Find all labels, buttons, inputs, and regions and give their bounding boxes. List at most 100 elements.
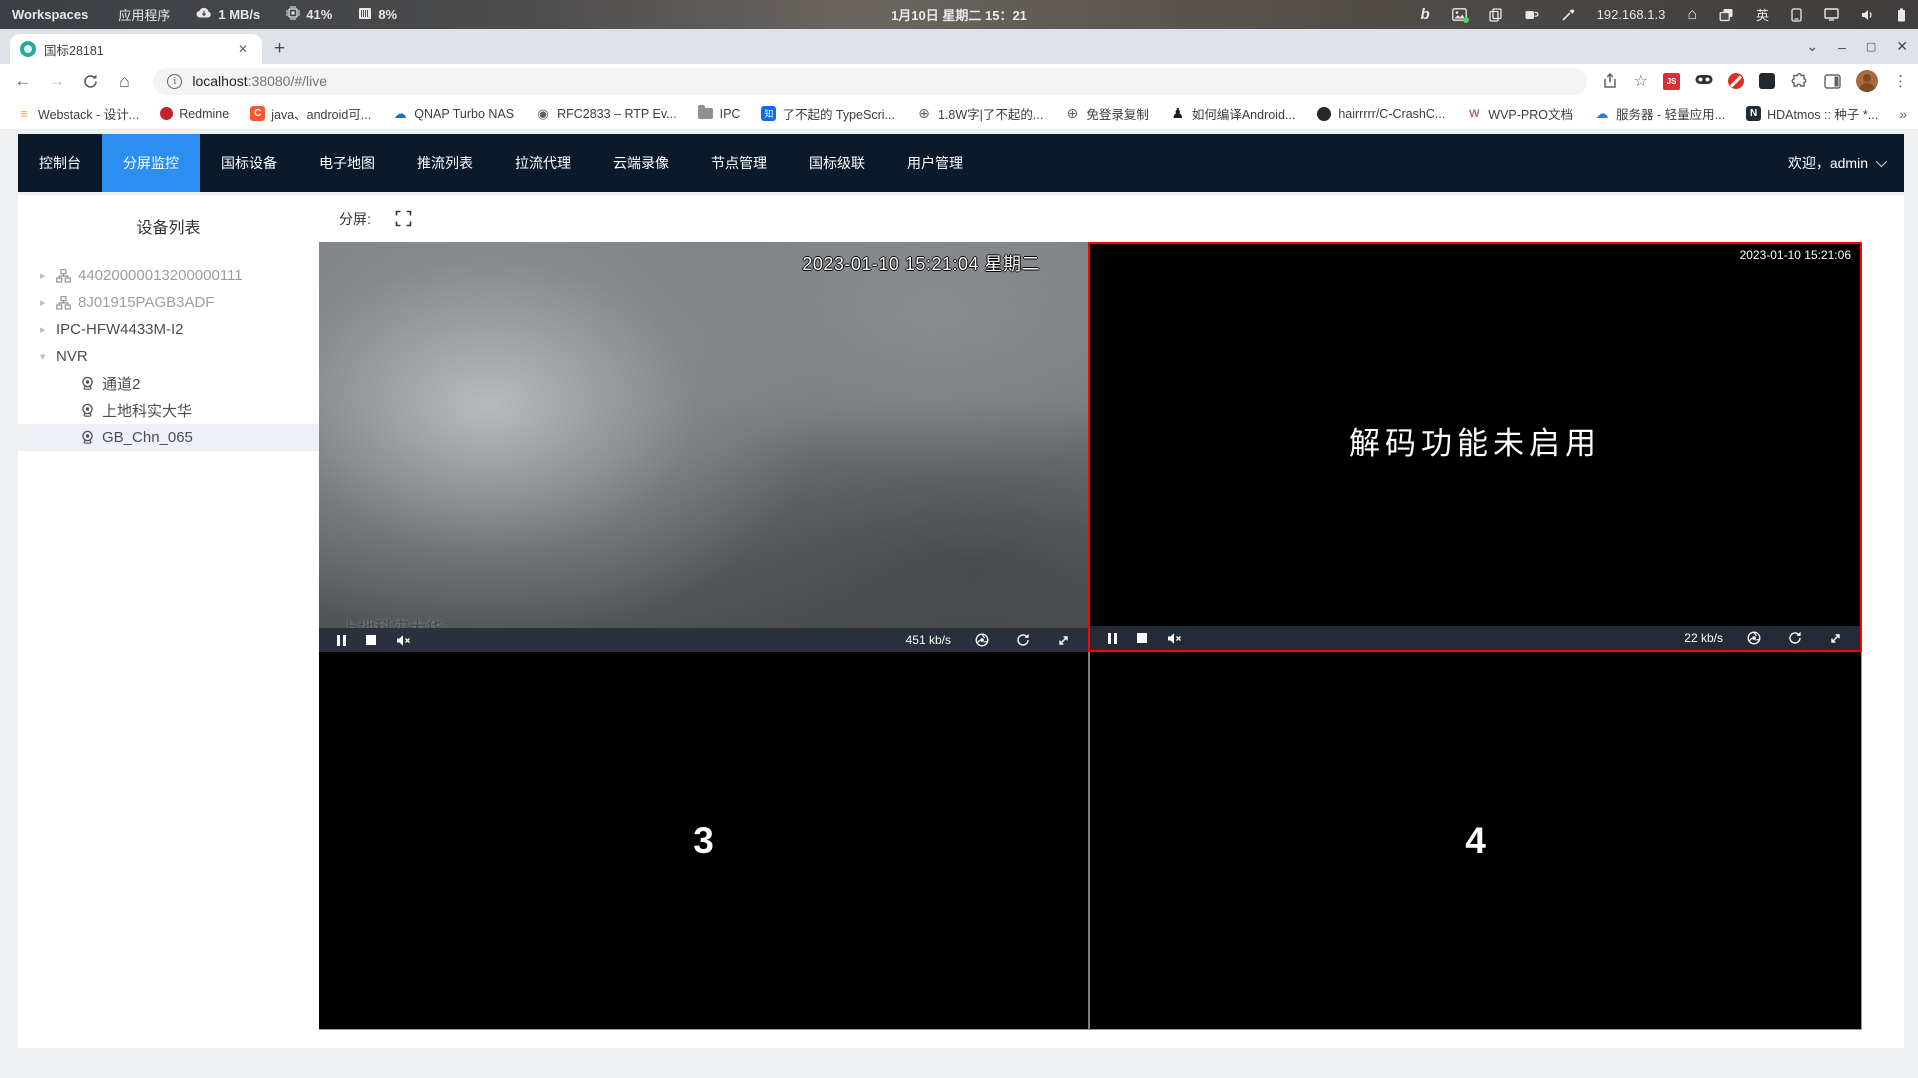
- url-host: localhost: [192, 73, 248, 89]
- bitrate-label: 451 kb/s: [905, 633, 951, 647]
- mute-icon[interactable]: [1167, 632, 1183, 645]
- snapshot-icon[interactable]: [975, 633, 989, 647]
- bookmark-folder-ipc[interactable]: IPC: [698, 105, 740, 122]
- clipboard-icon[interactable]: [1488, 7, 1502, 22]
- tree-item-platform2[interactable]: ▸ 8J01915PAGB3ADF: [18, 289, 319, 316]
- bookmark-rfc[interactable]: ◉ RFC2833 – RTP Ev...: [535, 106, 676, 122]
- maximize-button[interactable]: ▢: [1866, 40, 1876, 53]
- caret-icon[interactable]: ▾: [40, 350, 56, 363]
- browser-tab[interactable]: 国标28181 ✕: [10, 34, 262, 64]
- refresh-icon[interactable]: [1016, 633, 1030, 647]
- reload-button[interactable]: [78, 73, 104, 90]
- home-button[interactable]: ⌂: [112, 71, 138, 92]
- nav-gb-devices[interactable]: 国标设备: [200, 134, 298, 192]
- extensions-puzzle-icon[interactable]: [1790, 72, 1808, 90]
- split-2x2-icon[interactable]: [436, 211, 452, 227]
- expand-icon[interactable]: [1829, 632, 1842, 645]
- nav-pull-proxy[interactable]: 拉流代理: [494, 134, 592, 192]
- bookmark-qnap[interactable]: ☁ QNAP Turbo NAS: [392, 106, 514, 122]
- tree-item-dahua[interactable]: 上地科实大华: [18, 397, 319, 424]
- user-menu[interactable]: 欢迎，admin: [1788, 134, 1904, 192]
- display-icon[interactable]: [1824, 8, 1839, 21]
- cloud-icon: ☁: [393, 105, 407, 121]
- home-icon[interactable]: ⌂: [1687, 6, 1697, 24]
- video-cell-2[interactable]: 2023-01-10 15:21:06 解码功能未启用 22 kb/s: [1088, 242, 1862, 652]
- applications-menu[interactable]: 应用程序: [118, 5, 170, 24]
- bookmark-tencent-cloud[interactable]: ☁ 服务器 - 轻量应用...: [1594, 104, 1726, 123]
- bookmark-github[interactable]: hairrrrr/C-CrashC...: [1316, 106, 1445, 122]
- video-cell-1[interactable]: 2023-01-10 15:21:04 星期二 上地科实大华 451 kb/s: [319, 242, 1088, 652]
- minimize-button[interactable]: –: [1838, 39, 1846, 55]
- nav-push-list[interactable]: 推流列表: [396, 134, 494, 192]
- bookmark-webstack[interactable]: ≡ Webstack - 设计...: [16, 104, 139, 123]
- stop-icon[interactable]: [1137, 633, 1147, 643]
- volume-icon[interactable]: [1861, 9, 1875, 21]
- extension-dark-icon[interactable]: [1759, 73, 1776, 89]
- site-info-icon[interactable]: i: [167, 73, 183, 89]
- tree-item-channel2[interactable]: 通道2: [18, 370, 319, 397]
- bing-icon[interactable]: b: [1420, 6, 1429, 23]
- caret-icon[interactable]: ▸: [40, 269, 56, 282]
- fullscreen-icon[interactable]: [395, 210, 412, 227]
- forward-button[interactable]: →: [44, 71, 70, 91]
- bookmark-wvp-docs[interactable]: W WVP-PRO文档: [1466, 104, 1573, 123]
- refresh-icon[interactable]: [1788, 631, 1802, 645]
- browser-menu-icon[interactable]: ⋮: [1893, 72, 1908, 90]
- snapshot-icon[interactable]: [1747, 631, 1761, 645]
- video-cell-4[interactable]: 4: [1088, 652, 1862, 1030]
- tab-search-chevron-icon[interactable]: ⌄: [1806, 38, 1818, 55]
- phone-link-icon[interactable]: [1791, 7, 1802, 22]
- nav-console[interactable]: 控制台: [18, 134, 102, 192]
- profile-avatar[interactable]: [1856, 70, 1879, 92]
- tree-item-platform1[interactable]: ▸ 44020000013200000111: [18, 262, 319, 289]
- pause-icon[interactable]: [1108, 632, 1117, 644]
- extension-js-icon[interactable]: JS: [1663, 72, 1681, 90]
- nav-map[interactable]: 电子地图: [298, 134, 396, 192]
- side-panel-icon[interactable]: [1823, 72, 1841, 90]
- nav-split-monitor[interactable]: 分屏监控: [102, 134, 200, 192]
- nav-cloud-record[interactable]: 云端录像: [592, 134, 690, 192]
- tree-item-gb-chn-065[interactable]: GB_Chn_065: [18, 424, 319, 451]
- nav-user-manage[interactable]: 用户管理: [886, 134, 984, 192]
- close-window-button[interactable]: ✕: [1896, 38, 1908, 55]
- input-method-indicator[interactable]: 英: [1756, 5, 1769, 24]
- back-button[interactable]: ←: [10, 71, 36, 91]
- bookmark-redmine[interactable]: Redmine: [160, 107, 229, 121]
- nav-gb-cascade[interactable]: 国标级联: [788, 134, 886, 192]
- bookmark-article1[interactable]: ⊕ 1.8W字|了不起的...: [916, 104, 1043, 123]
- color-picker-icon[interactable]: [1561, 8, 1575, 22]
- bookmark-article2[interactable]: ⊕ 免登录复制: [1064, 104, 1148, 123]
- split-3x3-icon[interactable]: [476, 210, 493, 227]
- bookmark-hdatmos[interactable]: N HDAtmos :: 种子 *...: [1746, 104, 1878, 123]
- pause-icon[interactable]: [337, 634, 346, 646]
- ip-address[interactable]: 192.168.1.3: [1597, 7, 1666, 22]
- tree-item-nvr[interactable]: ▾ NVR: [18, 343, 319, 370]
- extension-adblock-icon[interactable]: [1728, 73, 1745, 89]
- sitemap-icon: [56, 295, 71, 310]
- bookmark-csdn[interactable]: Cjava、android可...: [250, 104, 371, 123]
- video-cell-3[interactable]: 3: [319, 652, 1088, 1030]
- bookmark-android[interactable]: ♟ 如何编译Android...: [1170, 104, 1296, 123]
- share-icon[interactable]: [1601, 72, 1619, 90]
- cloud-download-icon: [196, 7, 212, 22]
- caret-icon[interactable]: ▸: [40, 323, 56, 336]
- bookmark-star-icon[interactable]: ☆: [1634, 71, 1648, 91]
- screenshot-app-icon[interactable]: [1451, 8, 1469, 23]
- bookmark-zhihu[interactable]: 知了不起的 TypeScri...: [761, 104, 895, 123]
- workspaces-button[interactable]: Workspaces: [12, 7, 88, 22]
- address-bar[interactable]: i localhost :38080/#/live: [153, 67, 1587, 95]
- extension-mask-icon[interactable]: [1695, 72, 1713, 90]
- mute-icon[interactable]: [396, 634, 412, 647]
- battery-icon[interactable]: [1897, 8, 1906, 22]
- tab-close-icon[interactable]: ✕: [234, 40, 252, 58]
- workspace-switcher-icon[interactable]: [1719, 8, 1734, 22]
- caret-icon[interactable]: ▸: [40, 296, 56, 309]
- tree-item-ipc[interactable]: ▸ IPC-HFW4433M-I2: [18, 316, 319, 343]
- stop-icon[interactable]: [366, 635, 376, 645]
- bookmarks-overflow-icon[interactable]: »: [1899, 106, 1907, 122]
- coffee-icon[interactable]: [1524, 8, 1539, 21]
- expand-icon[interactable]: [1057, 634, 1070, 647]
- nav-node-manage[interactable]: 节点管理: [690, 134, 788, 192]
- hdatmos-icon: N: [1746, 106, 1762, 121]
- new-tab-button[interactable]: +: [274, 38, 285, 60]
